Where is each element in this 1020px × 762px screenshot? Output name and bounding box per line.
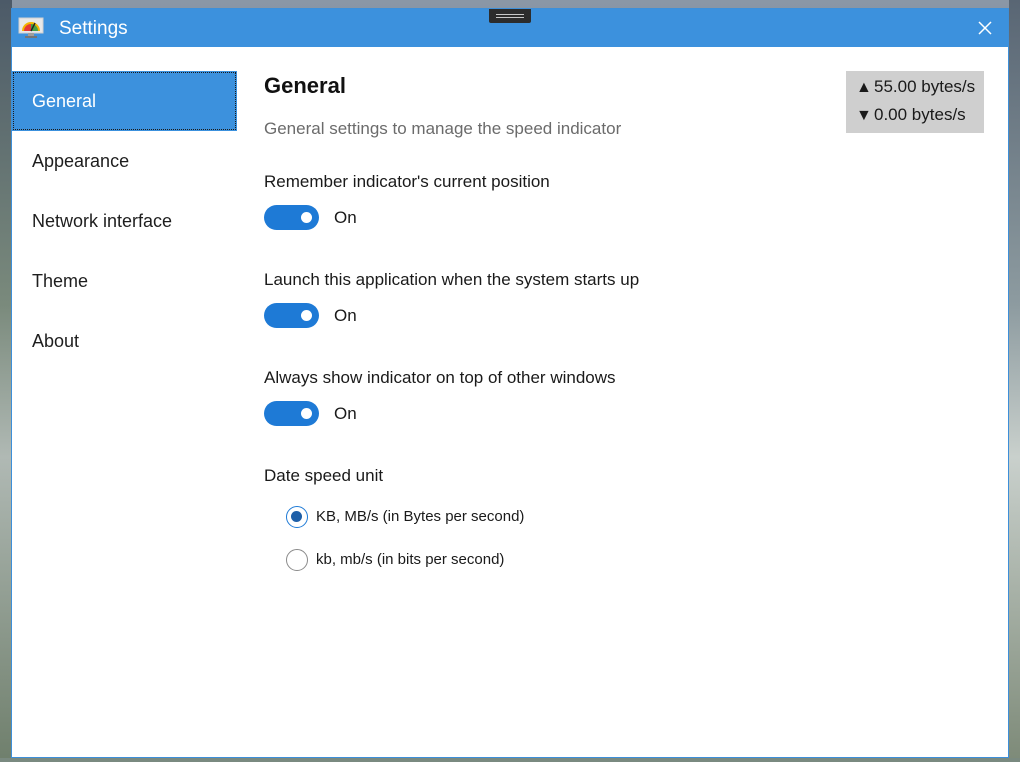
sidebar-item-about[interactable]: About (12, 311, 237, 371)
sidebar: General Appearance Network interface The… (12, 47, 252, 757)
page-subtitle: General settings to manage the speed ind… (264, 119, 622, 138)
always-on-top-toggle[interactable] (264, 401, 319, 426)
always-on-top-state: On (334, 404, 357, 423)
drag-handle[interactable] (489, 9, 531, 23)
radio-button-checked[interactable] (286, 506, 308, 528)
sidebar-item-appearance[interactable]: Appearance (12, 131, 237, 191)
download-arrow-icon: ▼ (856, 107, 872, 124)
speed-indicator: ▲ 55.00 bytes/s ▼ 0.00 bytes/s (846, 71, 984, 133)
close-icon (978, 21, 992, 35)
remember-position-toggle[interactable] (264, 205, 319, 230)
desktop-background-right (1009, 0, 1020, 762)
toggle-knob (301, 212, 312, 223)
speed-unit-label: Date speed unit (264, 466, 384, 485)
download-speed-value: 0.00 bytes/s (874, 105, 966, 124)
launch-on-startup-state: On (334, 306, 357, 325)
upload-arrow-icon: ▲ (856, 79, 872, 96)
radio-bits-label: kb, mb/s (in bits per second) (316, 551, 505, 568)
radio-dot (291, 511, 302, 522)
sidebar-item-theme[interactable]: Theme (12, 251, 237, 311)
toggle-knob (301, 408, 312, 419)
remember-position-label: Remember indicator's current position (264, 172, 550, 191)
upload-speed: ▲ 55.00 bytes/s (856, 77, 975, 101)
settings-window: Settings General Appearance Network inte… (11, 8, 1009, 758)
remember-position-state: On (334, 208, 357, 227)
window-title: Settings (59, 18, 128, 39)
close-button[interactable] (972, 15, 998, 41)
sidebar-item-general[interactable]: General (12, 71, 237, 131)
toggle-knob (301, 310, 312, 321)
speed-meter-icon (18, 17, 44, 39)
upload-speed-value: 55.00 bytes/s (874, 77, 976, 96)
desktop-background-bottom (0, 758, 1020, 762)
main-content: General General settings to manage the s… (264, 47, 1004, 757)
page-title: General (264, 73, 346, 98)
download-speed: ▼ 0.00 bytes/s (856, 105, 966, 129)
sidebar-item-network-interface[interactable]: Network interface (12, 191, 237, 251)
launch-on-startup-toggle[interactable] (264, 303, 319, 328)
always-on-top-label: Always show indicator on top of other wi… (264, 368, 616, 387)
radio-button-unchecked[interactable] (286, 549, 308, 571)
title-bar[interactable]: Settings (12, 9, 1008, 47)
launch-on-startup-label: Launch this application when the system … (264, 270, 640, 289)
radio-bytes-label: KB, MB/s (in Bytes per second) (316, 508, 525, 525)
